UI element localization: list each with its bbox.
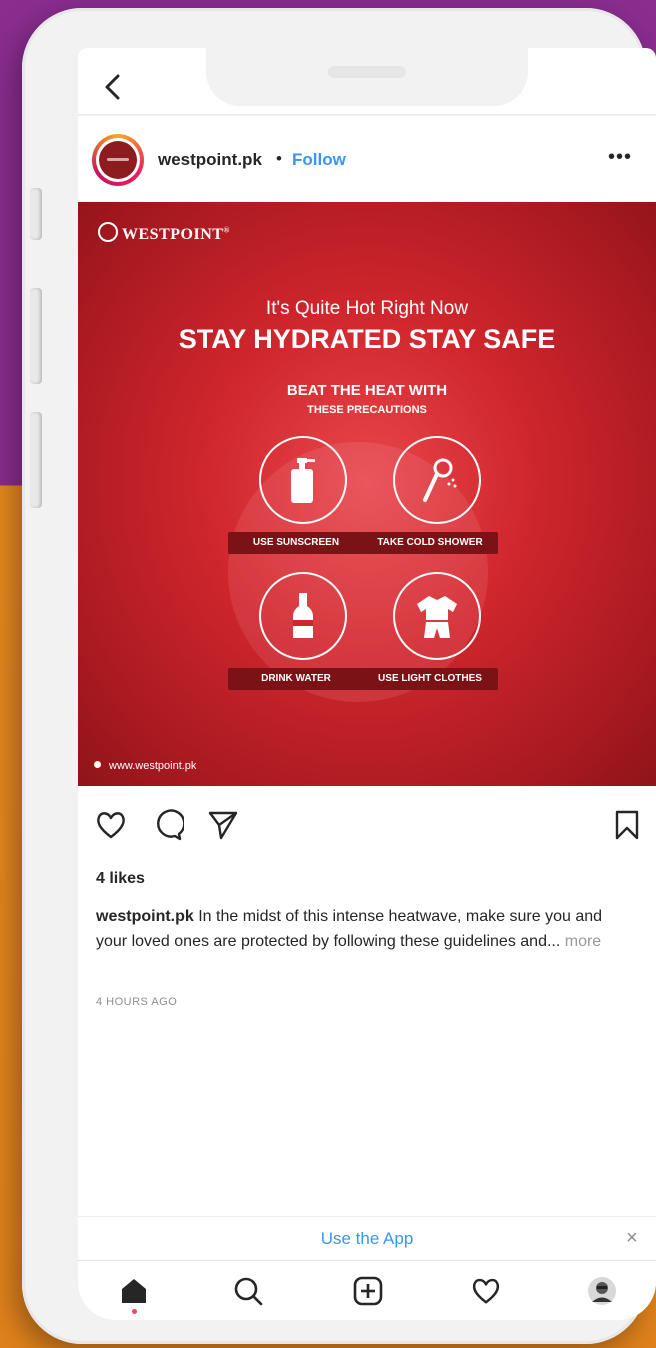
phone-frame: westpoint.pk • Follow ••• WESTPOINT® It'… <box>22 8 656 1344</box>
speaker <box>328 66 406 78</box>
side-button <box>30 188 42 240</box>
tab-home[interactable] <box>118 1275 150 1307</box>
separator-dot: • <box>276 149 282 168</box>
use-app-link[interactable]: Use the App <box>78 1229 656 1249</box>
website-url-text: www.westpoint.pk <box>109 760 197 772</box>
post-image[interactable]: WESTPOINT® It's Quite Hot Right Now STAY… <box>78 202 656 786</box>
tip-label: TAKE COLD SHOWER <box>362 532 498 554</box>
volume-down-button <box>30 412 42 508</box>
globe-icon <box>94 761 101 768</box>
post-timestamp: 4 HOURS AGO <box>96 996 178 1008</box>
notification-dot <box>132 1309 137 1314</box>
tab-new-post[interactable] <box>352 1275 384 1307</box>
bottom-nav <box>78 1260 656 1320</box>
clothes-icon <box>393 572 481 660</box>
brand-registered: ® <box>223 225 230 235</box>
brand-name: WESTPOINT <box>122 226 224 243</box>
tip-label: USE SUNSCREEN <box>228 532 364 554</box>
brand-logo: WESTPOINT® <box>98 222 230 244</box>
follow-button[interactable]: Follow <box>292 150 346 170</box>
tab-search[interactable] <box>232 1275 264 1307</box>
close-icon[interactable]: × <box>626 1227 638 1250</box>
home-icon <box>122 1279 146 1303</box>
more-link[interactable]: more <box>560 933 601 950</box>
comment-button[interactable] <box>150 808 186 842</box>
sunscreen-icon <box>259 436 347 524</box>
image-tagline: It's Quite Hot Right Now <box>265 298 469 319</box>
notch <box>206 48 528 106</box>
save-button[interactable] <box>610 808 644 842</box>
caption-username[interactable]: westpoint.pk <box>96 908 194 925</box>
divider <box>78 114 656 116</box>
more-options-icon[interactable]: ••• <box>608 146 632 169</box>
image-subheading: BEAT THE HEAT WITH <box>286 382 448 399</box>
username[interactable]: westpoint.pk <box>158 150 262 170</box>
tab-profile[interactable] <box>586 1275 618 1307</box>
brand-mark-icon <box>98 222 118 242</box>
profile-avatar-icon <box>588 1277 616 1305</box>
plus-square-icon <box>353 1276 383 1306</box>
tip-label: DRINK WATER <box>228 668 364 690</box>
caption: westpoint.pk In the midst of this intens… <box>96 904 636 954</box>
water-bottle-icon <box>259 572 347 660</box>
volume-up-button <box>30 288 42 384</box>
app-banner: Use the App × <box>78 1216 656 1261</box>
shower-icon <box>393 436 481 524</box>
avatar[interactable] <box>92 134 144 186</box>
tab-activity[interactable] <box>470 1275 502 1307</box>
chevron-left-icon <box>105 74 120 100</box>
back-button[interactable] <box>98 72 128 102</box>
send-icon <box>208 811 238 840</box>
like-button[interactable] <box>94 808 128 842</box>
image-headline: STAY HYDRATED STAY SAFE <box>178 324 556 354</box>
share-button[interactable] <box>206 808 240 842</box>
heart-icon <box>97 812 125 839</box>
comment-icon <box>157 809 186 841</box>
tip-label: USE LIGHT CLOTHES <box>362 668 498 690</box>
image-subheading-small: THESE PRECAUTIONS <box>307 404 427 416</box>
heart-icon <box>472 1278 500 1304</box>
likes-count[interactable]: 4 likes <box>96 870 145 888</box>
screen: westpoint.pk • Follow ••• WESTPOINT® It'… <box>78 48 656 1320</box>
action-bar <box>78 808 656 848</box>
website-url: www.westpoint.pk <box>94 760 196 772</box>
bookmark-icon <box>615 810 639 840</box>
search-icon <box>234 1277 263 1306</box>
post-header: westpoint.pk • Follow ••• <box>78 128 656 188</box>
